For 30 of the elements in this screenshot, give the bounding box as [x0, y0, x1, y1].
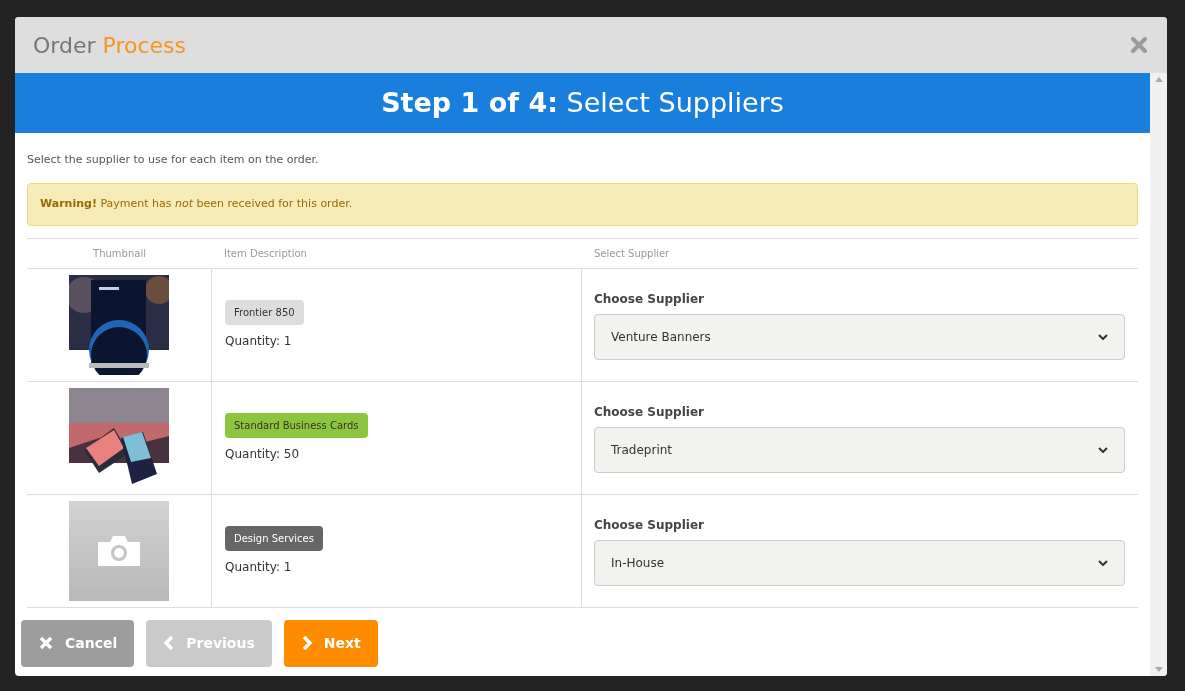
instruction-text: Select the supplier to use for each item on the order. — [27, 152, 320, 168]
caret-icon — [1098, 333, 1108, 340]
quantity-text: Quantity: 50 — [225, 445, 301, 463]
modal-title: Order Process — [33, 31, 186, 60]
caret-icon — [1098, 559, 1108, 566]
field-label: Choose Supplier — [594, 290, 705, 308]
warning-text: Warning! Payment has not been received for this order. — [40, 195, 353, 212]
column-header: Thumbnail — [93, 246, 146, 261]
item-tag: Frontier 850 — [225, 299, 304, 325]
field-label: Choose Supplier — [594, 403, 705, 421]
close-icon[interactable] — [1131, 37, 1147, 53]
item-tag: Standard Business Cards — [225, 412, 368, 438]
quantity-text: Quantity: 1 — [225, 558, 293, 576]
scrollbar[interactable] — [1150, 73, 1167, 676]
supplier-select[interactable]: Venture Banners — [594, 313, 1125, 360]
column-header: Item Description — [224, 246, 307, 261]
camera-icon — [98, 535, 140, 566]
column-header: Select Supplier — [594, 246, 670, 261]
scroll-up-icon[interactable] — [1154, 77, 1163, 82]
field-label: Choose Supplier — [594, 516, 705, 534]
chevron-right-icon — [301, 635, 312, 651]
item-tag: Design Services — [225, 525, 323, 551]
scroll-down-icon[interactable] — [1154, 667, 1163, 672]
caret-icon — [1098, 446, 1108, 453]
supplier-select[interactable]: In-House — [594, 539, 1125, 586]
close-icon — [39, 636, 53, 650]
quantity-text: Quantity: 1 — [225, 332, 293, 350]
chevron-left-icon — [164, 635, 175, 651]
supplier-select[interactable]: Tradeprint — [594, 426, 1125, 473]
step-title: Step 1 of 4: Select Suppliers — [381, 85, 784, 120]
